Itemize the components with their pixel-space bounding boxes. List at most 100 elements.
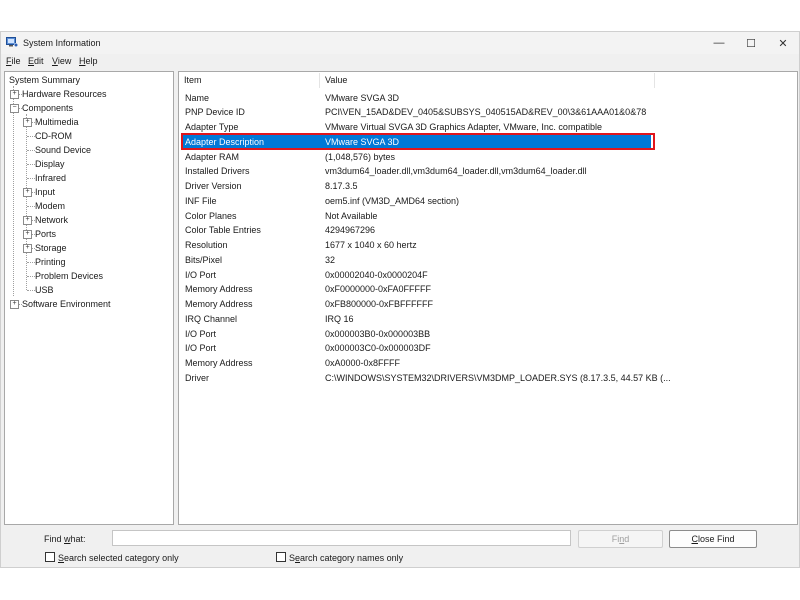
expand-icon[interactable]: + [10, 90, 19, 99]
tree-item-system-summary[interactable]: System Summary [9, 74, 80, 87]
system-information-icon [6, 37, 18, 48]
cell-value: (1,048,576) bytes [325, 151, 396, 162]
maximize-button[interactable]: ☐ [735, 32, 767, 54]
cell-item: Memory Address [185, 299, 253, 309]
cell-item: Color Table Entries [185, 225, 261, 236]
expand-icon[interactable]: + [23, 230, 32, 239]
collapse-icon[interactable]: − [10, 104, 19, 113]
expand-icon[interactable]: + [23, 244, 32, 253]
tree-connector-line [13, 86, 14, 296]
table-row[interactable]: Adapter RAM (1,048,576) bytes [181, 150, 651, 164]
minimize-button[interactable]: — [703, 32, 735, 54]
window-title: System Information [23, 38, 101, 48]
table-row[interactable]: Resolution 1677 x 1040 x 60 hertz [181, 238, 651, 252]
table-row[interactable]: Memory Address 0xF0000000-0xFA0FFFFF [181, 282, 651, 296]
tree-connector-line [27, 178, 35, 179]
tree-item[interactable]: Sound Device [35, 144, 91, 157]
expand-icon[interactable]: + [23, 188, 32, 197]
maximize-icon: ☐ [746, 37, 756, 50]
tree-item[interactable]: CD-ROM [35, 130, 72, 143]
table-row[interactable]: Bits/Pixel 32 [181, 253, 651, 267]
cell-item: INF File [185, 195, 217, 206]
table-row[interactable]: Installed Drivers vm3dum64_loader.dll,vm3… [181, 164, 651, 178]
tree-item[interactable]: USB [35, 284, 54, 297]
cell-item: IRQ Channel [185, 313, 238, 324]
tree-item[interactable]: Problem Devices [35, 270, 103, 283]
tree-item[interactable]: Multimedia [35, 116, 79, 129]
cell-item: Bits/Pixel [185, 254, 223, 265]
table-row[interactable]: Memory Address 0xA0000-0x8FFFF [181, 356, 651, 370]
table-row[interactable]: Color Planes Not Available [181, 209, 651, 223]
cell-value: PCI\VEN_15AD&DEV_0405&SUBSYS_040515AD&RE… [325, 107, 647, 118]
checkbox-unchecked-icon [276, 552, 286, 562]
table-row[interactable]: IRQ Channel IRQ 16 [181, 312, 651, 326]
table-row[interactable]: INF File oem5.inf (VM3D_AMD64 section) [181, 194, 651, 208]
tree-item[interactable]: Infrared [35, 172, 66, 185]
details-list[interactable]: Item Value Name VMware SVGA 3D PNP Device … [178, 71, 798, 525]
tree-item[interactable]: Storage [35, 242, 67, 255]
tree-item[interactable]: Input [35, 186, 55, 199]
expand-icon[interactable]: + [23, 118, 32, 127]
table-row[interactable]: Adapter Type VMware Virtual SVGA 3D Graph… [181, 120, 651, 134]
menu-item-0[interactable]: File [6, 56, 21, 66]
tree-connector-line [27, 206, 35, 207]
find-button[interactable]: Find [578, 530, 663, 548]
table-row[interactable]: Driver C:\WINDOWS\SYSTEM32\DRIVERS\VM3DMP… [181, 371, 671, 385]
cell-item: PNP Device ID [185, 107, 245, 118]
cell-item: I/O Port [185, 328, 217, 339]
cell-item: I/O Port [185, 343, 217, 354]
tree-connector-line [26, 114, 27, 290]
cell-value: 0xFB800000-0xFBFFFFFF [325, 299, 434, 309]
cell-value: IRQ 16 [325, 313, 354, 324]
tree-item[interactable]: Modem [35, 200, 65, 213]
menu-item-1[interactable]: Edit [28, 56, 44, 66]
tree-item[interactable]: Printing [35, 256, 66, 269]
find-what-label: Find what: [44, 534, 86, 544]
table-row[interactable]: Driver Version 8.17.3.5 [181, 179, 651, 193]
table-row[interactable]: PNP Device ID PCI\VEN_15AD&DEV_0405&SUBSY… [181, 105, 651, 119]
selection-highlight-box [181, 133, 655, 151]
column-header-item[interactable]: Item [179, 73, 320, 88]
close-find-button[interactable]: Close Find [669, 530, 757, 548]
table-row[interactable]: Name VMware SVGA 3D [181, 91, 651, 105]
table-row[interactable]: I/O Port 0x00002040-0x0000204F [181, 268, 651, 282]
tree-connector-line [27, 136, 35, 137]
cell-item: Name [185, 92, 210, 103]
close-button[interactable]: ✕ [767, 32, 799, 54]
tree-connector-line [27, 262, 35, 263]
search-category-names-checkbox[interactable]: Search category names only [276, 552, 403, 563]
table-row[interactable]: I/O Port 0x000003B0-0x000003BB [181, 327, 651, 341]
cell-item: Color Planes [185, 210, 237, 221]
tree-connector-line [27, 290, 35, 291]
tree-item[interactable]: Network [35, 214, 68, 227]
expand-icon[interactable]: + [23, 216, 32, 225]
tree-item[interactable]: Hardware Resources [22, 88, 107, 101]
find-what-input[interactable] [112, 530, 571, 546]
column-header-value[interactable]: Value [320, 73, 655, 88]
menu-item-3[interactable]: Help [79, 56, 98, 66]
checkbox-unchecked-icon [45, 552, 55, 562]
menu-item-2[interactable]: View [52, 56, 71, 66]
tree-item[interactable]: Display [35, 158, 65, 171]
tree-connector-line [27, 164, 35, 165]
cell-value: 0xA0000-0x8FFFF [325, 358, 401, 368]
table-row[interactable]: Memory Address 0xFB800000-0xFBFFFFFF [181, 297, 651, 311]
cell-value: 4294967296 [325, 225, 376, 236]
cell-item: Driver Version [185, 181, 242, 191]
table-row[interactable]: Color Table Entries 4294967296 [181, 223, 651, 237]
tree-item[interactable]: Ports [35, 228, 56, 241]
cell-value: 8.17.3.5 [325, 181, 358, 191]
cell-item: Driver [185, 372, 209, 383]
tree-item[interactable]: Components [22, 102, 73, 115]
table-row[interactable]: I/O Port 0x000003C0-0x000003DF [181, 341, 651, 355]
search-selected-category-checkbox[interactable]: Search selected category only [45, 552, 179, 563]
category-tree[interactable]: System Summary + Hardware Resources − Compon… [4, 71, 174, 525]
cell-value: Not Available [325, 210, 378, 221]
cell-value: 1677 x 1040 x 60 hertz [325, 240, 417, 250]
expand-icon[interactable]: + [10, 300, 19, 309]
tree-connector-line [27, 150, 35, 151]
tree-item[interactable]: Software Environment [22, 298, 111, 311]
cell-value: 32 [325, 254, 336, 265]
cell-item: Memory Address [185, 284, 253, 295]
title-bar[interactable]: System Information — ☐ ✕ [1, 32, 799, 54]
